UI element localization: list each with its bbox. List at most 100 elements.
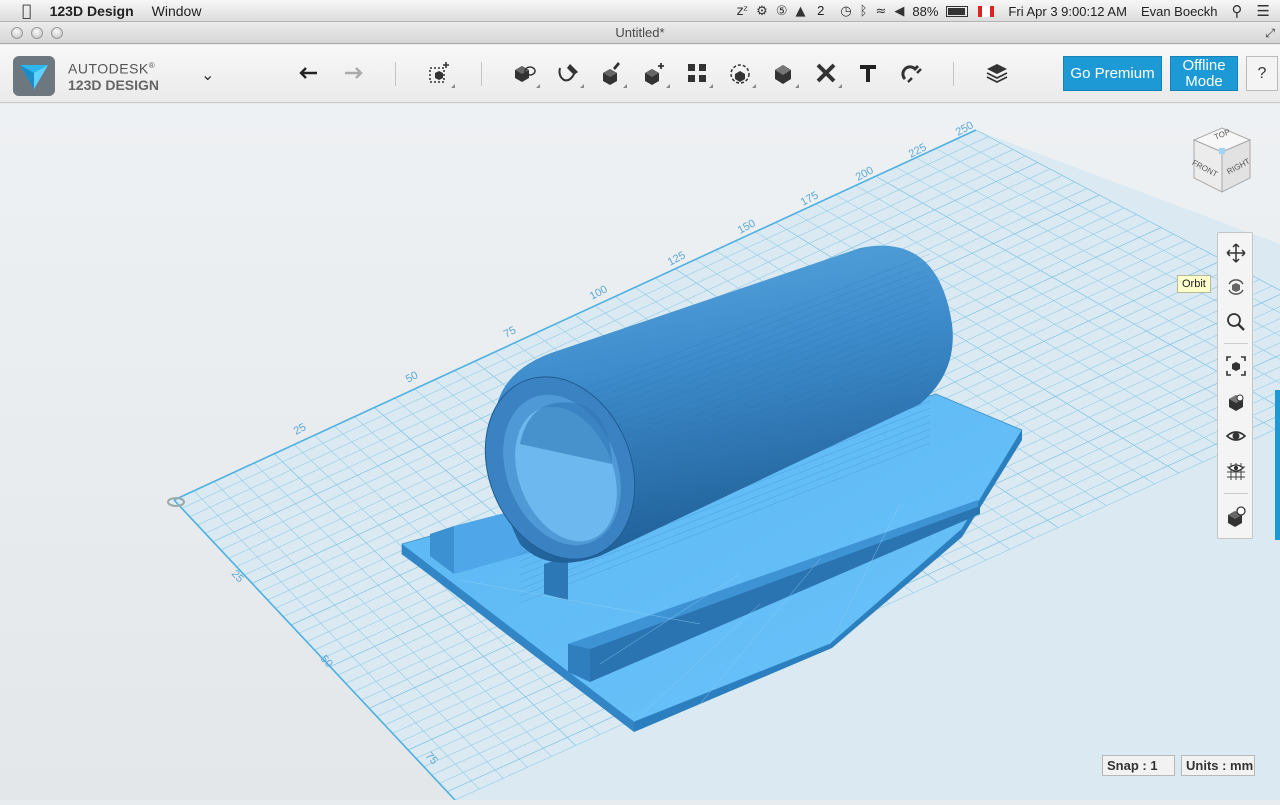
undo-button[interactable] (294, 56, 326, 90)
adobe-count: 2 (817, 3, 825, 18)
apple-icon[interactable]:  (0, 0, 41, 22)
orbit-icon (1228, 279, 1244, 295)
minimize-window-button[interactable] (31, 27, 43, 39)
measure-icon (816, 63, 836, 83)
primitives-icon (515, 66, 536, 82)
grid-eye-icon (1227, 463, 1245, 480)
toolbar-divider (481, 62, 482, 86)
orbit-button[interactable] (1223, 274, 1249, 300)
menubar-status-area: zᶻ ⚙ ⑤ ▲ 2 ◷ ᛒ ≈ ◀ 88% Fri Apr 3 9:00:12… (737, 0, 1280, 22)
text-tool-button[interactable] (852, 56, 884, 90)
sync-icon[interactable]: ⚙ (756, 4, 768, 19)
grid-label: 50 (404, 369, 420, 385)
adobe-menu[interactable]: ▲ 2 (795, 3, 832, 19)
sketch-icon (558, 64, 578, 82)
construct-icon (603, 62, 620, 85)
material-button[interactable] (1223, 503, 1249, 529)
bluetooth-icon[interactable]: ᛒ (860, 4, 868, 19)
zoom-magnifier-icon (1227, 313, 1245, 331)
zzz-icon[interactable]: zᶻ (737, 4, 749, 19)
snap-magnet-icon (901, 64, 922, 83)
offline-mode-line1: Offline (1182, 56, 1226, 74)
fullscreen-icon[interactable]: ⤢ (1265, 22, 1275, 44)
volume-icon[interactable]: ◀ (894, 4, 904, 19)
units-status[interactable]: Units : mm (1181, 755, 1255, 776)
main-toolbar: AUTODESK® 123D DESIGN ⌄ Go Premium Offli… (0, 45, 1280, 103)
navigation-bar (1217, 232, 1253, 539)
offline-mode-button[interactable]: Offline Mode (1170, 56, 1238, 91)
grid-visibility-button[interactable] (1223, 457, 1249, 483)
autodesk-logo-icon (13, 56, 55, 96)
snap-tool-button[interactable] (895, 56, 927, 90)
layers-icon (986, 64, 1008, 84)
user-name[interactable]: Evan Boeckh (1141, 4, 1218, 19)
measure-tool-button[interactable] (810, 56, 842, 90)
grid-label: 25 (292, 421, 308, 437)
brand-trademark: ® (148, 61, 156, 70)
eye-icon (1225, 431, 1247, 441)
battery-percent[interactable]: 88% (912, 4, 938, 19)
redo-button[interactable] (336, 56, 368, 90)
grid-label: 75 (502, 324, 518, 340)
app-menu-chevron-icon[interactable]: ⌄ (201, 65, 214, 84)
offline-mode-line2: Mode (1185, 72, 1223, 90)
menubar:  123D Design Window zᶻ ⚙ ⑤ ▲ 2 ◷ ᛒ ≈ ◀ … (0, 0, 1280, 22)
text-icon (860, 65, 876, 82)
scene-canvas[interactable]: 25 50 75 100 125 150 175 200 225 250 25 … (0, 104, 1280, 801)
modify-tool-button[interactable] (638, 56, 670, 90)
snap-status[interactable]: Snap : 1 (1102, 755, 1175, 776)
fit-view-icon (1226, 356, 1246, 376)
navbar-divider (1224, 493, 1248, 494)
window-menu[interactable]: Window (143, 0, 211, 22)
pan-icon (1226, 243, 1246, 263)
materials-tool-button[interactable] (981, 56, 1013, 90)
flag-icon[interactable] (978, 5, 995, 17)
brand-line1: AUTODESK (68, 60, 149, 77)
visibility-button[interactable] (1223, 423, 1249, 449)
app-logo[interactable] (12, 55, 56, 97)
battery-icon[interactable] (946, 5, 969, 17)
construct-tool-button[interactable] (595, 56, 627, 90)
brand-text: AUTODESK® 123D DESIGN (68, 58, 159, 93)
primitives-tool-button[interactable] (508, 56, 540, 90)
sketch-tool-button[interactable] (552, 56, 584, 90)
views-button[interactable] (1223, 389, 1249, 415)
window-title: Untitled* (615, 25, 665, 40)
3d-viewport[interactable]: 25 50 75 100 125 150 175 200 225 250 25 … (0, 104, 1280, 801)
zoom-window-button[interactable] (51, 27, 63, 39)
transform-tool-button[interactable] (423, 56, 455, 90)
time-machine-icon[interactable]: ◷ (840, 4, 851, 19)
toolbar-divider (395, 62, 396, 86)
five-icon[interactable]: ⑤ (776, 4, 788, 19)
modify-icon (645, 63, 664, 85)
grouping-tool-button[interactable] (724, 56, 756, 90)
combine-tool-button[interactable] (767, 56, 799, 90)
toolbar-divider (953, 62, 954, 86)
go-premium-button[interactable]: Go Premium (1063, 56, 1162, 91)
view-cube[interactable]: TOP FRONT RIGHT (1186, 122, 1258, 202)
undo-icon (299, 67, 317, 79)
panel-handle[interactable] (1275, 390, 1280, 540)
combine-icon (775, 65, 791, 84)
transform-icon (429, 62, 449, 83)
close-window-button[interactable] (11, 27, 23, 39)
pan-button[interactable] (1223, 240, 1249, 266)
fit-button[interactable] (1223, 353, 1249, 379)
adobe-icon: ▲ (795, 4, 806, 19)
material-icon (1228, 506, 1246, 527)
help-button[interactable]: ? (1246, 56, 1278, 91)
wifi-icon[interactable]: ≈ (875, 4, 886, 19)
navbar-divider (1224, 343, 1248, 344)
notification-center-icon[interactable]: ☰ (1257, 2, 1270, 20)
pattern-icon (688, 64, 706, 82)
brand-line2: 123D DESIGN (68, 76, 160, 93)
spotlight-icon[interactable]: ⚲ (1232, 2, 1243, 20)
app-menu[interactable]: 123D Design (41, 0, 143, 22)
orbit-tooltip: Orbit (1177, 275, 1211, 293)
pattern-tool-button[interactable] (681, 56, 713, 90)
window-titlebar: Untitled* ⤢ (0, 22, 1280, 44)
view-cube-icon (1229, 394, 1244, 411)
clock[interactable]: Fri Apr 3 9:00:12 AM (1008, 4, 1127, 19)
zoom-button[interactable] (1223, 309, 1249, 335)
grouping-icon (730, 64, 750, 84)
